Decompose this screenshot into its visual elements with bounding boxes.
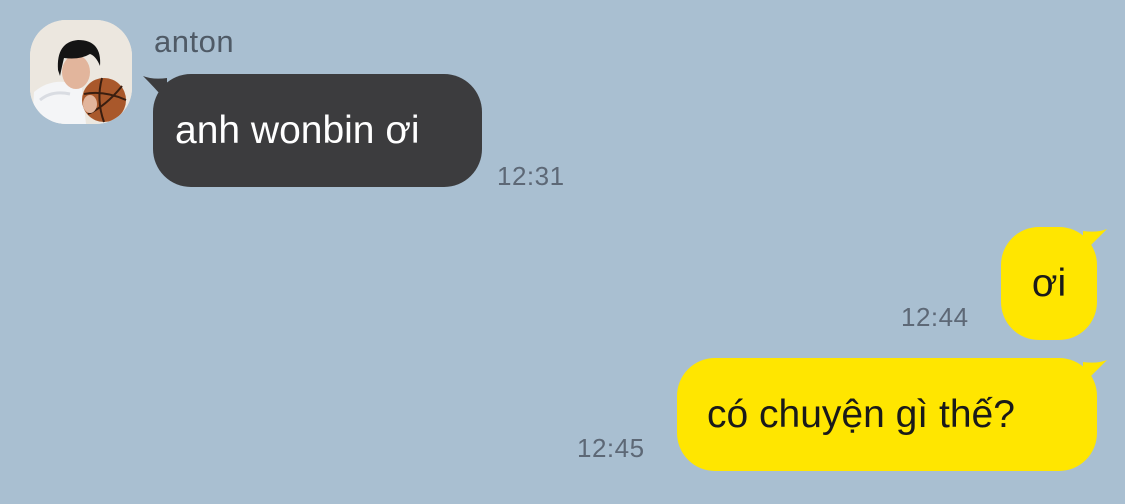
message-text: anh wonbin ơi [175, 109, 420, 152]
message-text: ơi [1031, 262, 1067, 305]
message-text: có chuyện gì thế? [707, 393, 1015, 436]
message-time: 12:44 [901, 302, 969, 332]
message-time: 12:45 [577, 433, 645, 463]
avatar-photo-icon [30, 20, 132, 124]
message-time: 12:31 [497, 161, 565, 191]
message-bubble-incoming[interactable]: anh wonbin ơi [153, 74, 482, 187]
message-bubble-outgoing[interactable]: có chuyện gì thế? [677, 358, 1097, 471]
sender-name: anton [154, 24, 235, 59]
message-bubble-outgoing[interactable]: ơi [1001, 227, 1097, 340]
contact-avatar[interactable] [30, 20, 132, 124]
chat-view: anton anh wonbin ơi 12:31 ơi 12:44 có ch… [0, 0, 1125, 504]
